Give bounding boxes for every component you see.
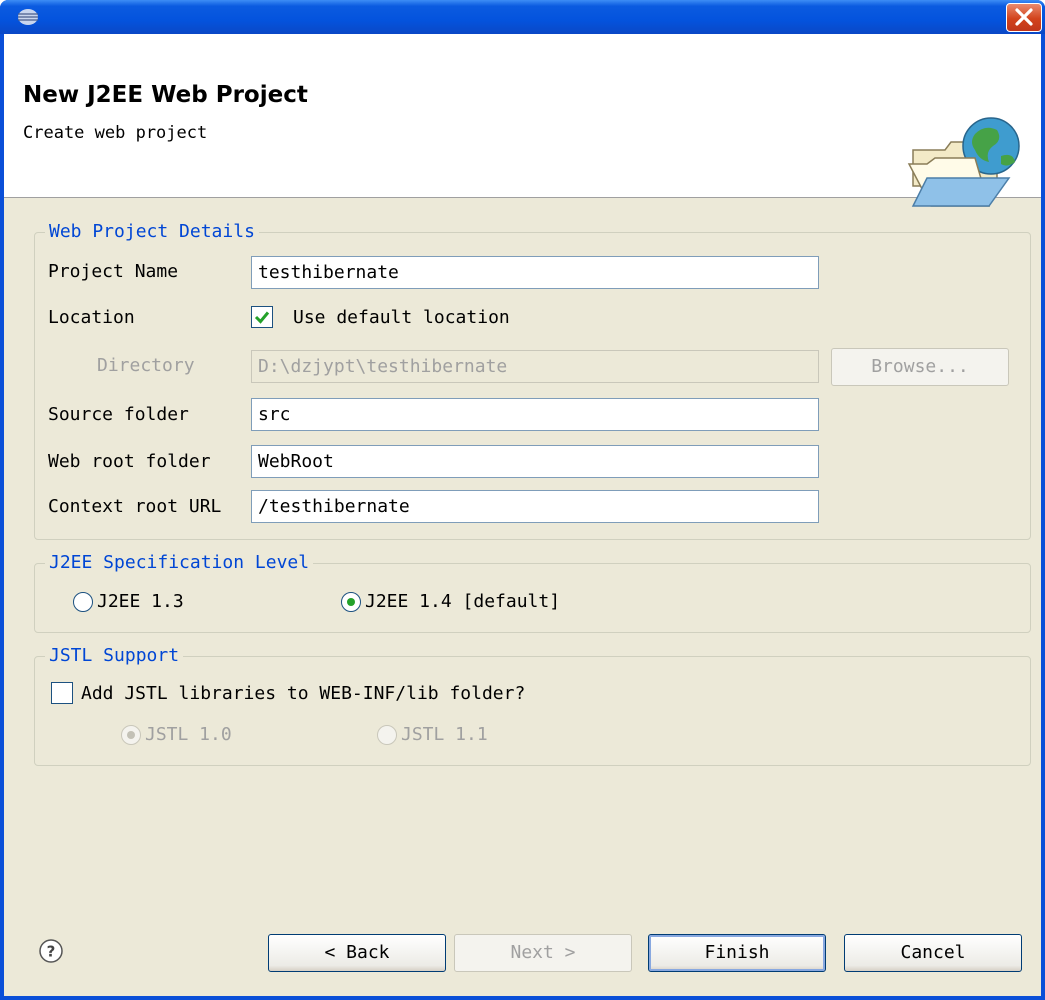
add-jstl-label[interactable]: Add JSTL libraries to WEB-INF/lib folder…	[81, 683, 525, 705]
use-default-location-label[interactable]: Use default location	[293, 307, 510, 329]
wizard-banner: New J2EE Web Project Create web project	[4, 34, 1041, 207]
group-label: Web Project Details	[45, 221, 259, 243]
jstl-1-1-label: JSTL 1.1	[401, 724, 488, 745]
title-bar[interactable]	[0, 0, 1045, 34]
close-icon	[1015, 8, 1033, 26]
dialog-window: New J2EE Web Project Create web project …	[0, 0, 1045, 1000]
finish-button[interactable]: Finish	[648, 934, 826, 972]
group-label: J2EE Specification Level	[45, 552, 314, 574]
context-root-url-label: Context root URL	[48, 496, 222, 517]
jstl-1-0-label: JSTL 1.0	[145, 724, 232, 745]
radio-selected-dot	[127, 731, 135, 739]
j2ee-1-3-label[interactable]: J2EE 1.3	[97, 591, 184, 613]
browse-button: Browse...	[831, 348, 1009, 386]
back-button[interactable]: < Back	[268, 934, 446, 972]
radio-selected-dot	[347, 598, 355, 606]
web-project-details-group: Web Project Details Project Name testhib…	[34, 221, 1031, 540]
jstl-support-group: JSTL Support Add JSTL libraries to WEB-I…	[34, 645, 1031, 766]
checkmark-icon	[254, 311, 270, 324]
project-name-input[interactable]: testhibernate	[251, 256, 819, 289]
help-icon[interactable]: ?	[38, 938, 64, 964]
use-default-location-checkbox[interactable]	[251, 306, 273, 328]
eclipse-icon	[18, 9, 38, 25]
wizard-title: New J2EE Web Project	[23, 82, 308, 108]
dialog-client: New J2EE Web Project Create web project …	[4, 34, 1041, 996]
directory-input: D:\dzjypt\testhibernate	[251, 350, 819, 383]
group-label: JSTL Support	[45, 645, 184, 667]
radio-jstl-1-0	[121, 725, 141, 745]
source-folder-label: Source folder	[48, 404, 189, 425]
location-label: Location	[48, 307, 135, 328]
svg-text:?: ?	[47, 943, 56, 961]
source-folder-input[interactable]: src	[251, 398, 819, 431]
radio-jstl-1-1	[377, 725, 397, 745]
folder-globe-icon	[907, 117, 1020, 207]
radio-j2ee-1-3[interactable]	[73, 592, 93, 612]
radio-j2ee-1-4[interactable]	[341, 592, 361, 612]
web-root-folder-label: Web root folder	[48, 451, 211, 472]
project-name-label: Project Name	[48, 261, 179, 282]
web-root-folder-input[interactable]: WebRoot	[251, 445, 819, 478]
close-button[interactable]	[1006, 3, 1042, 32]
j2ee-spec-level-group: J2EE Specification Level J2EE 1.3 J2EE 1…	[34, 552, 1031, 633]
add-jstl-checkbox[interactable]	[51, 682, 73, 704]
next-button: Next >	[454, 934, 632, 972]
wizard-subtitle: Create web project	[23, 123, 208, 143]
context-root-url-input[interactable]: /testhibernate	[251, 490, 819, 523]
cancel-button[interactable]: Cancel	[844, 934, 1022, 972]
directory-label: Directory	[97, 355, 195, 376]
j2ee-1-4-label[interactable]: J2EE 1.4 [default]	[365, 591, 560, 613]
